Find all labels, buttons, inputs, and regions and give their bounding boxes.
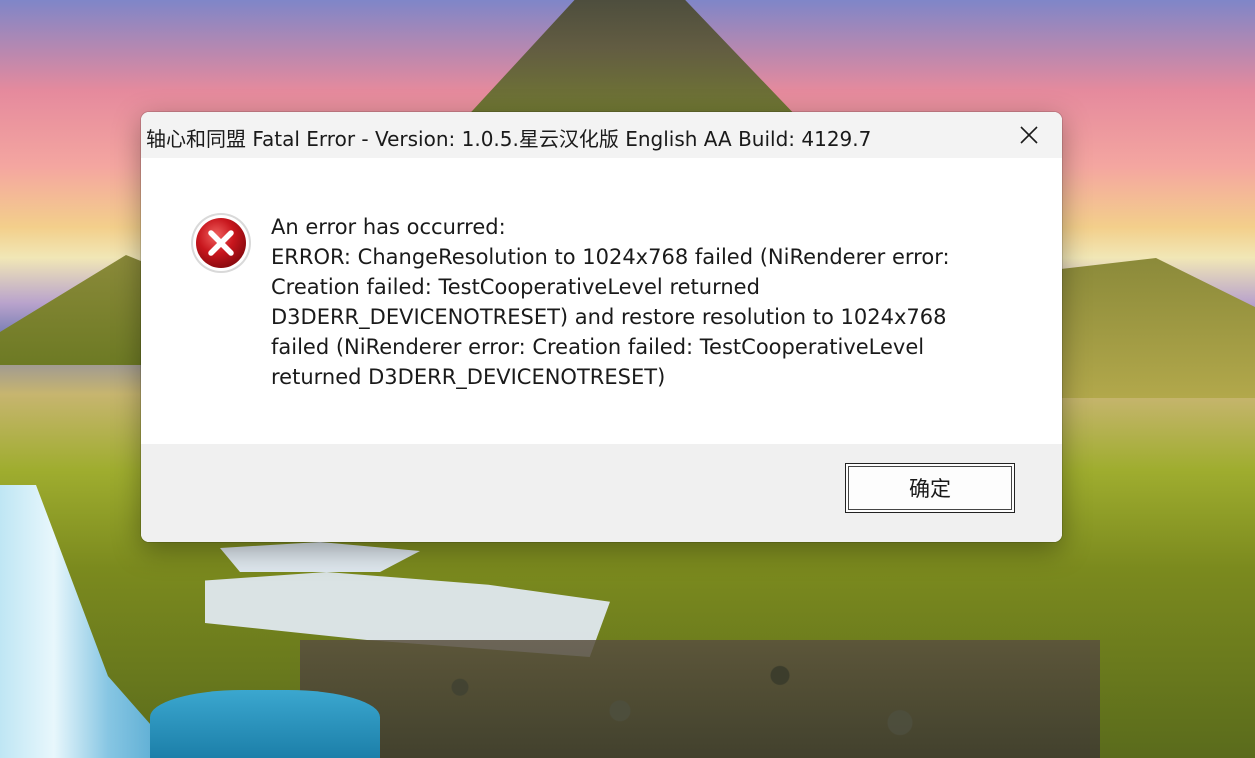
fatal-error-dialog: 轴心和同盟 Fatal Error - Version: 1.0.5.星云汉化版…: [141, 112, 1062, 542]
error-message: An error has occurred: ERROR: ChangeReso…: [271, 212, 1011, 392]
wallpaper-rocks: [300, 640, 1100, 758]
error-icon: [191, 213, 251, 273]
dialog-title: 轴心和同盟 Fatal Error - Version: 1.0.5.星云汉化版…: [146, 127, 872, 151]
ok-button[interactable]: 确定: [845, 463, 1015, 513]
close-icon: [1020, 126, 1038, 144]
dialog-content: An error has occurred: ERROR: ChangeReso…: [141, 158, 1062, 444]
desktop-wallpaper: 轴心和同盟 Fatal Error - Version: 1.0.5.星云汉化版…: [0, 0, 1255, 758]
message-line: ERROR: ChangeResolution to 1024x768 fail…: [271, 245, 950, 269]
message-line: returned D3DERR_DEVICENOTRESET): [271, 365, 666, 389]
dialog-footer: 确定: [141, 444, 1062, 542]
message-line: failed (NiRenderer error: Creation faile…: [271, 335, 925, 359]
dialog-titlebar[interactable]: 轴心和同盟 Fatal Error - Version: 1.0.5.星云汉化版…: [141, 112, 1062, 158]
message-line: An error has occurred:: [271, 215, 506, 239]
wallpaper-pool: [150, 690, 380, 758]
message-line: Creation failed: TestCooperativeLevel re…: [271, 275, 760, 299]
wallpaper-snow-patch: [220, 542, 420, 572]
message-line: D3DERR_DEVICENOTRESET) and restore resol…: [271, 305, 947, 329]
wallpaper-mountain: [463, 0, 800, 120]
close-button[interactable]: [996, 112, 1062, 158]
wallpaper-hill-right: [1035, 258, 1255, 398]
